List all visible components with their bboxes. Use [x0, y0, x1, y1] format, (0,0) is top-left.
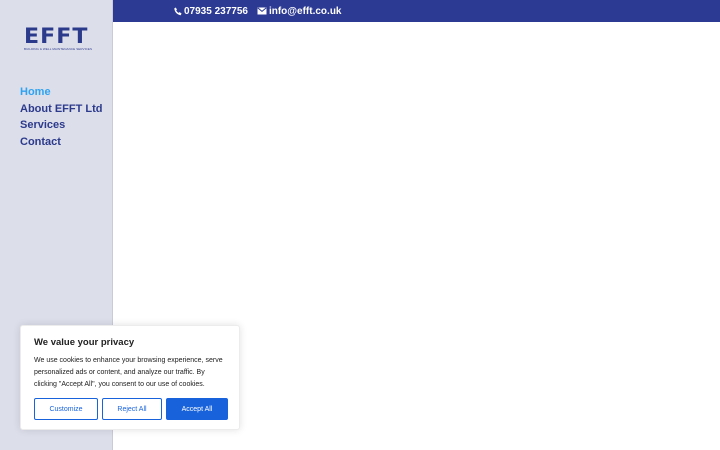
nav-link-home[interactable]: Home	[20, 84, 51, 100]
cookie-description: We use cookies to enhance your browsing …	[34, 357, 223, 388]
envelope-icon	[257, 7, 267, 15]
nav-item-services: Services	[20, 115, 102, 132]
cookie-actions: Customize Reject All Accept All	[34, 398, 228, 420]
nav-item-contact: Contact	[20, 132, 102, 149]
nav-item-about: About EFFT Ltd	[20, 99, 102, 116]
main-navigation: Home About EFFT Ltd Services Contact	[20, 82, 102, 148]
cookie-title: We value your privacy	[34, 337, 135, 348]
accept-all-button[interactable]: Accept All	[166, 398, 228, 420]
phone-link[interactable]: 07935 237756	[174, 6, 248, 17]
cookie-consent-banner: We value your privacy We use cookies to …	[20, 325, 240, 430]
phone-number: 07935 237756	[184, 5, 248, 17]
phone-icon	[174, 7, 182, 16]
nav-link-services[interactable]: Services	[20, 117, 65, 133]
email-link[interactable]: info@efft.co.uk	[257, 6, 342, 17]
email-address: info@efft.co.uk	[268, 5, 342, 17]
reject-all-button[interactable]: Reject All	[102, 398, 162, 420]
nav-item-home: Home	[20, 82, 102, 99]
customize-button[interactable]: Customize	[34, 398, 98, 420]
brand-logo[interactable]: EFFT BUILDING & WELL MAINTENANCE SERVICE…	[24, 24, 92, 52]
top-contact-bar: 07935 237756 info@efft.co.uk	[113, 0, 720, 22]
logo-wordmark: EFFT	[24, 24, 89, 48]
nav-link-contact[interactable]: Contact	[20, 134, 61, 150]
